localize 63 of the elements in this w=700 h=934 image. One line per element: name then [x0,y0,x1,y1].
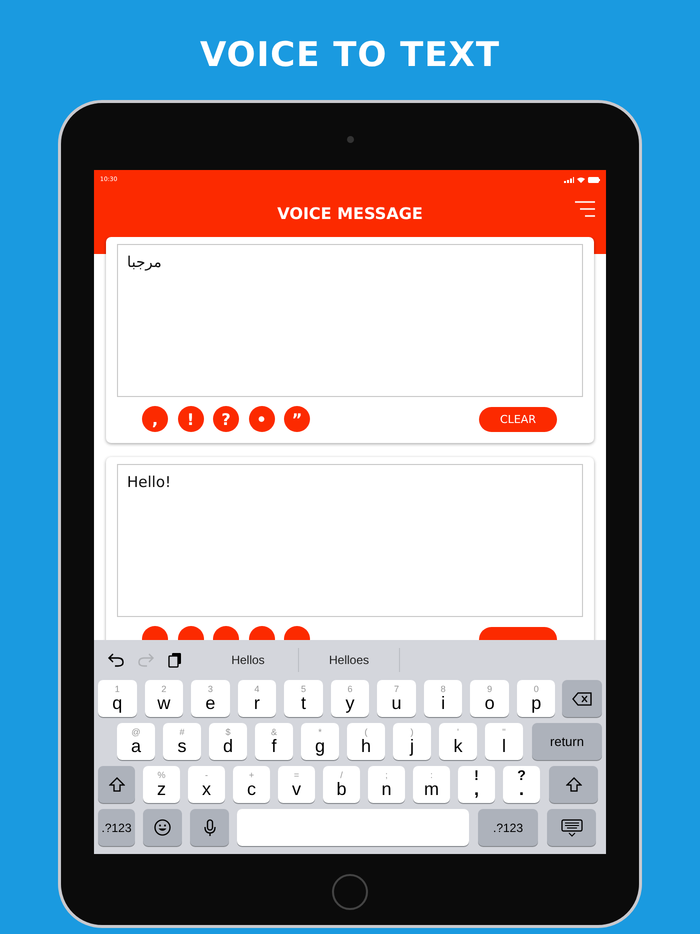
shift-icon [566,777,582,792]
clipboard-icon[interactable] [168,652,182,668]
delete-icon [572,692,592,706]
key[interactable]: 3 e [191,680,230,717]
screen-title: VOICE MESSAGE [277,204,423,222]
key[interactable]: ? . [503,766,540,803]
battery-icon [588,176,600,182]
key[interactable]: # s [163,723,201,760]
delete-key[interactable] [562,680,602,717]
key[interactable]: 8 i [424,680,462,717]
headline: VOICE TO TEXT [198,34,502,77]
key[interactable]: 4 r [238,680,276,717]
keyboard-hide-icon [560,818,582,836]
key[interactable]: : m [413,766,450,803]
key[interactable]: ) j [393,723,431,760]
key[interactable]: & f [255,723,293,760]
punctuation-button[interactable]: ! [178,406,204,432]
key[interactable]: " l [485,723,523,760]
key[interactable]: 0 p [516,680,556,717]
key[interactable]: ( h [347,723,385,760]
key[interactable]: 9 o [470,680,509,717]
mic-key[interactable] [190,809,229,846]
key[interactable]: = v [278,766,315,803]
key[interactable]: 5 t [284,680,323,717]
menu-icon[interactable] [575,201,595,217]
home-button[interactable] [332,874,368,910]
punctuation-button[interactable]: ” [284,406,310,432]
suggestion[interactable]: Hellos [198,648,299,672]
key[interactable]: ; n [368,766,405,803]
punctuation-button[interactable]: ? [213,406,239,432]
shift-key[interactable] [98,766,135,803]
wifi-icon [577,176,585,182]
key[interactable]: $ d [209,723,247,760]
key[interactable]: % z [143,766,180,803]
shift-icon [108,777,124,792]
camera-icon [346,136,354,143]
clear-button[interactable]: CLEAR [479,406,557,432]
key[interactable]: @ a [117,723,155,760]
numbers-key[interactable]: .?123 [478,809,538,846]
message-field[interactable]: Hello! [117,464,583,617]
key[interactable]: / b [323,766,360,803]
key[interactable]: 2 w [144,680,184,717]
key[interactable]: 6 y [330,680,370,717]
emoji-key[interactable] [143,809,182,846]
signal-icon [564,176,574,182]
key[interactable]: + c [233,766,270,803]
key[interactable]: - x [188,766,225,803]
shift-key[interactable] [549,766,598,803]
key[interactable]: 7 u [377,680,416,717]
undo-icon[interactable] [108,653,124,667]
suggestion[interactable]: Helloes [299,648,400,672]
return-key[interactable]: return [532,723,602,760]
numbers-key[interactable]: .?123 [98,809,135,846]
microphone-icon [204,818,216,836]
punctuation-button[interactable]: • [248,406,274,432]
key[interactable]: * g [301,723,339,760]
message-field[interactable]: مرجبا [117,244,583,397]
smiley-icon [154,819,171,836]
punctuation-button[interactable]: , [142,406,168,432]
key[interactable]: 1 q [98,680,137,717]
key[interactable]: ' k [439,723,477,760]
hide-key[interactable] [547,809,596,846]
key[interactable]: ! , [458,766,495,803]
